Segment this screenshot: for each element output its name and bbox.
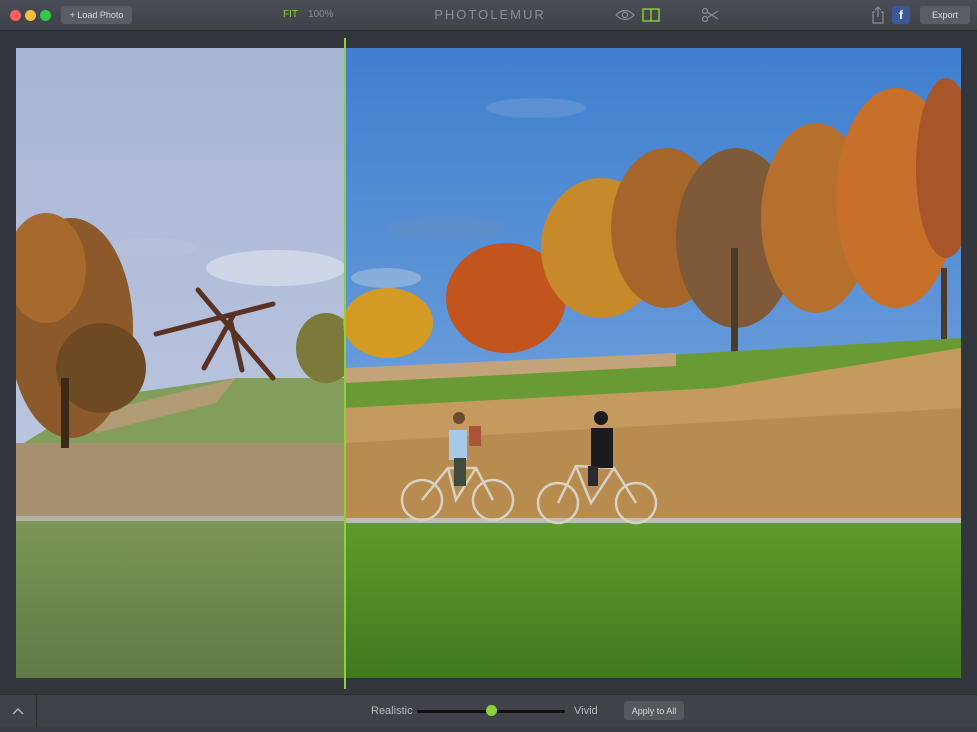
actual-size-zoom-button[interactable]: 100% — [308, 9, 334, 20]
original-half — [16, 48, 356, 678]
enhancement-slider-knob[interactable] — [485, 705, 497, 716]
facebook-icon: f — [899, 8, 903, 22]
zoom-window-button[interactable] — [40, 10, 51, 21]
apply-to-all-button[interactable]: Apply to All — [624, 701, 684, 720]
collapse-panel-button[interactable] — [0, 695, 37, 727]
export-button[interactable]: Export — [920, 6, 970, 24]
app-title: PHOTOLEMUR — [434, 7, 546, 22]
bottom-bar: Realistic Vivid Apply to All — [0, 694, 977, 727]
photo-preview — [16, 48, 961, 678]
chevron-up-icon — [12, 708, 24, 715]
fit-zoom-button[interactable]: FIT — [283, 9, 298, 20]
enhanced-half — [343, 48, 961, 678]
realistic-label: Realistic — [371, 705, 413, 717]
compare-divider-handle[interactable] — [344, 38, 346, 689]
park-photo — [16, 48, 961, 678]
title-bar: + Load Photo FIT 100% PHOTOLEMUR f Expor… — [0, 0, 977, 31]
facebook-share-button[interactable]: f — [892, 6, 910, 24]
photo-canvas — [0, 31, 977, 694]
close-window-button[interactable] — [10, 10, 21, 21]
share-icon[interactable] — [871, 6, 885, 24]
vivid-label: Vivid — [574, 705, 598, 717]
load-photo-button[interactable]: + Load Photo — [61, 6, 132, 24]
scissors-icon[interactable] — [701, 7, 719, 23]
eye-icon[interactable] — [615, 8, 635, 22]
split-view-icon[interactable] — [642, 8, 660, 22]
minimize-window-button[interactable] — [25, 10, 36, 21]
